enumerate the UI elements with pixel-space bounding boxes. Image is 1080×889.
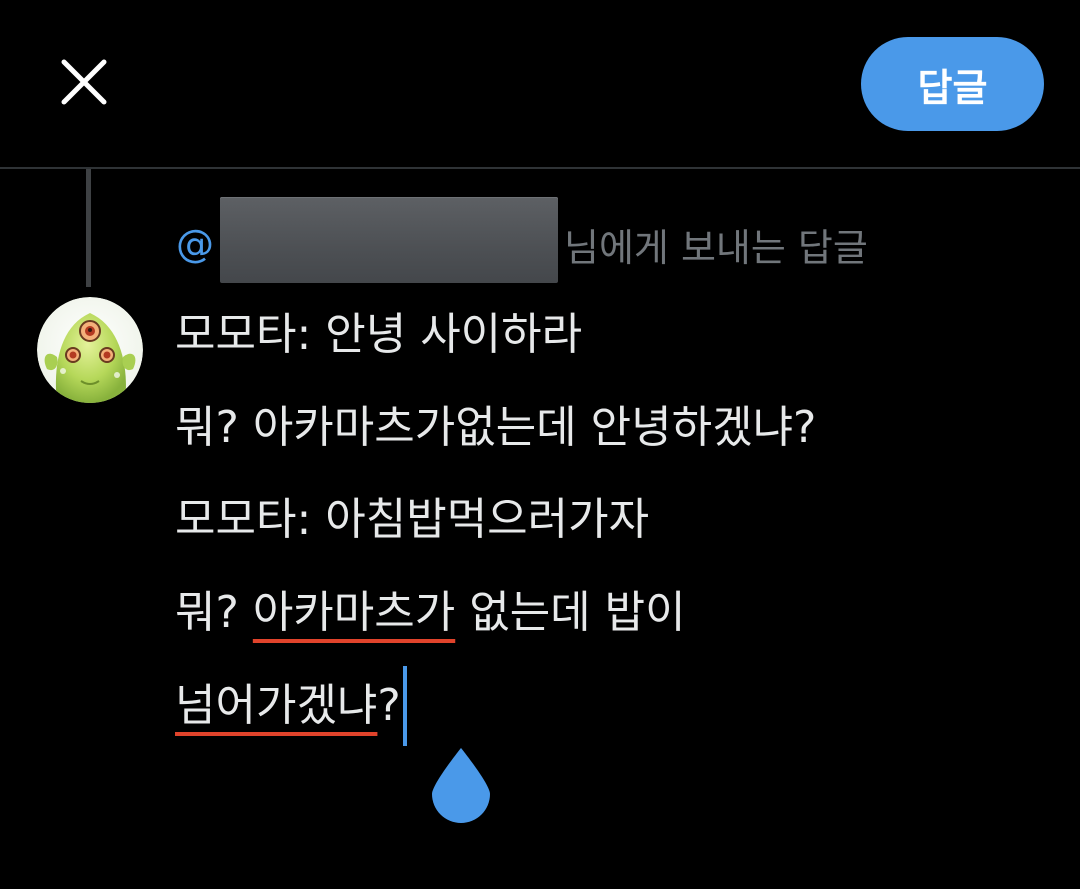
misspelled-word[interactable]: 넘어가겠냐 <box>175 680 377 731</box>
close-button[interactable] <box>48 46 120 118</box>
mention-at-symbol[interactable]: @ <box>176 222 214 266</box>
compose-line-5-suffix: ? <box>377 680 401 731</box>
header-divider <box>0 167 1080 169</box>
reply-button[interactable]: 답글 <box>861 37 1044 131</box>
compose-line-4-suffix: 없는데 밥이 <box>455 586 686 638</box>
compose-line-4: 뭐? 아카마츠가 없는데 밥이 <box>175 576 1035 669</box>
compose-line-1: 모모타: 안녕 사이하라 <box>175 309 583 360</box>
cursor-handle-icon[interactable] <box>428 744 494 824</box>
compose-line-4-prefix: 뭐? <box>175 586 253 638</box>
reply-compose-textarea[interactable]: 모모타: 안녕 사이하라 뭐? 아카마츠가없는데 안녕하겠냐? 모모타: 아침밥… <box>175 298 1035 761</box>
text-cursor <box>402 666 407 746</box>
redacted-username <box>220 197 558 283</box>
compose-line-5: 넘어가겠냐? <box>175 666 1035 761</box>
avatar[interactable] <box>37 297 143 403</box>
compose-line-3: 모모타: 아침밥먹으러가자 <box>175 494 650 545</box>
replying-to-suffix: 님에게 보내는 답글 <box>564 225 868 270</box>
thread-connector-line <box>86 169 91 287</box>
compose-line-2: 뭐? 아카마츠가없는데 안녕하겠냐? <box>175 401 817 453</box>
replying-to-label: @ 님에게 보내는 답글 <box>176 197 868 283</box>
close-icon <box>61 59 107 105</box>
avatar-green-creature-icon <box>37 297 143 403</box>
misspelled-word[interactable]: 아카마츠가 <box>253 587 455 638</box>
